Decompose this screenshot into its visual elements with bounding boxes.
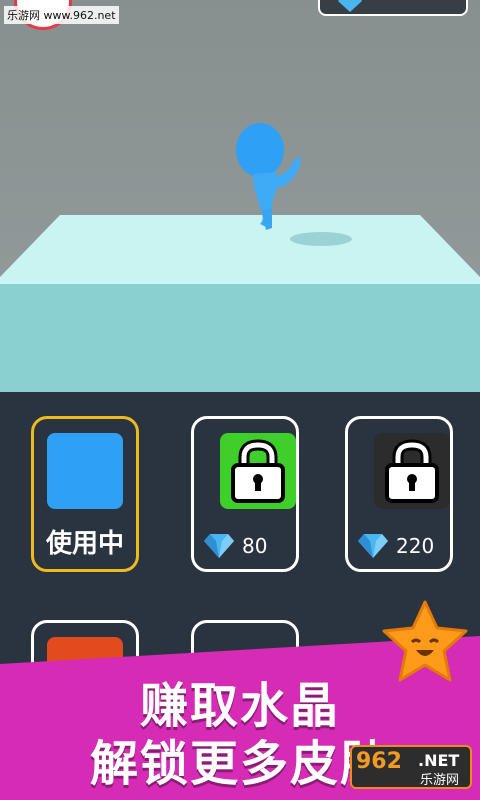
skin-price: 220 bbox=[358, 531, 442, 561]
diamond-icon bbox=[338, 0, 362, 12]
skin-card-locked-220[interactable]: 220 bbox=[345, 416, 453, 572]
diamond-icon bbox=[204, 534, 234, 558]
platform-front bbox=[0, 284, 480, 392]
skin-price-value: 220 bbox=[396, 534, 435, 558]
skin-price-value: 80 bbox=[242, 534, 268, 558]
watermark-domain: .NET bbox=[418, 751, 460, 770]
watermark-cn: 乐游网 bbox=[420, 773, 460, 788]
skin-card-selected[interactable]: 使用中 bbox=[31, 416, 139, 572]
star-mascot-icon bbox=[382, 600, 468, 682]
watermark-top: 乐游网 www.962.net bbox=[0, 0, 480, 30]
skin-price: 80 bbox=[204, 531, 288, 561]
character-figure bbox=[236, 123, 301, 230]
skin-swatch-blue bbox=[47, 433, 123, 509]
skin-card-locked-80[interactable]: 80 bbox=[191, 416, 299, 572]
lock-icon bbox=[220, 433, 296, 509]
watermark-number: 962 bbox=[356, 749, 402, 774]
game-scene bbox=[0, 0, 480, 392]
skin-status-label: 使用中 bbox=[45, 529, 124, 559]
watermark-bottom: 962 .NET 乐游网 bbox=[350, 745, 472, 789]
diamond-icon bbox=[358, 534, 388, 558]
currency-counter bbox=[318, 0, 468, 16]
watermark-text: 乐游网 www.962.net bbox=[4, 6, 119, 24]
lock-icon bbox=[374, 433, 450, 509]
